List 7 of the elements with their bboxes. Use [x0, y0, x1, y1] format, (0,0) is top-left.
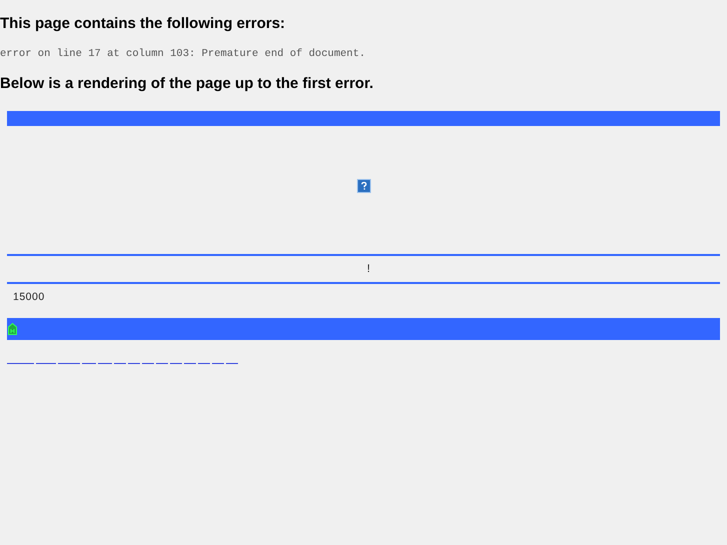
notice-text: !: [366, 263, 370, 275]
value-text: 15000: [12, 290, 46, 305]
house-icon: [8, 323, 17, 335]
missing-image-icon: [356, 179, 370, 193]
error-heading: This page contains the following errors:: [0, 14, 286, 33]
error-message: error on line 17 at column 103: Premature end of document.: [0, 47, 366, 61]
rendering-heading: Below is a rendering of the page up to the first error.: [0, 74, 374, 93]
